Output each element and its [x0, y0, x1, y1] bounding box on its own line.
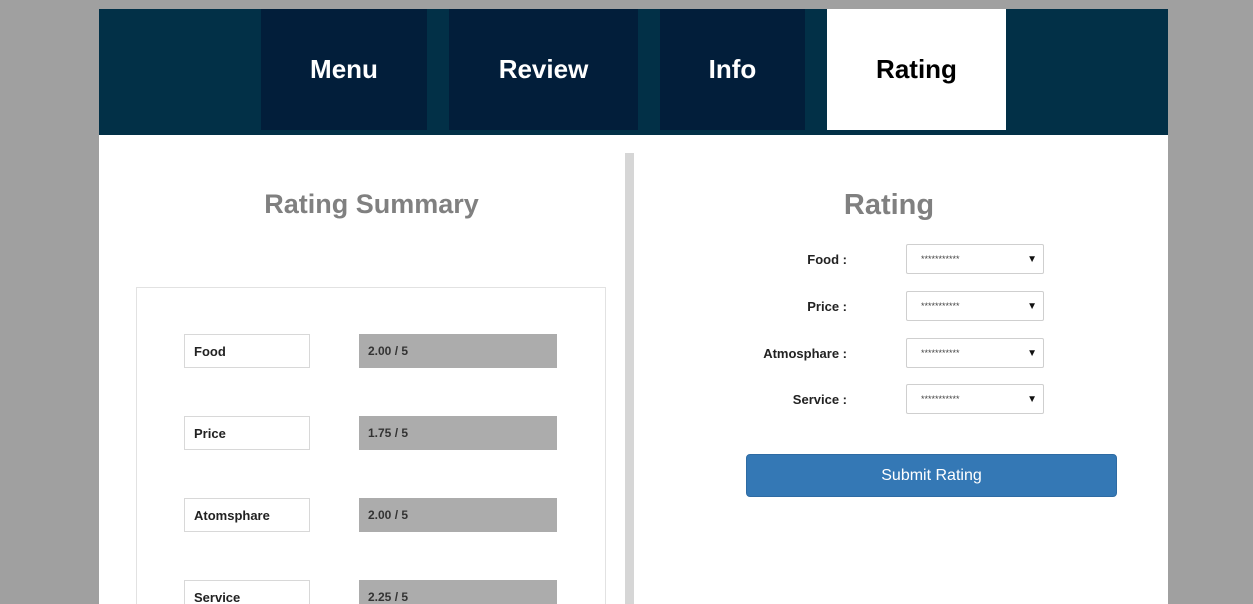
- rating-label-atmosphere: Atmosphare :: [763, 346, 847, 361]
- rating-row-price: Price : *********** ▼: [99, 291, 1168, 323]
- price-rating-value: ***********: [921, 301, 960, 311]
- submit-rating-button[interactable]: Submit Rating: [746, 454, 1117, 497]
- food-rating-select[interactable]: *********** ▼: [906, 244, 1044, 274]
- page-container: Menu Review Info Rating Rating Summary F…: [99, 9, 1168, 604]
- atmosphere-rating-value: ***********: [921, 348, 960, 358]
- tab-review[interactable]: Review: [449, 9, 638, 130]
- caret-down-icon: ▼: [1027, 347, 1037, 359]
- rating-label-service: Service :: [792, 392, 847, 407]
- navbar: Menu Review Info Rating: [99, 9, 1168, 135]
- summary-label-atmosphere: Atomsphare: [184, 498, 310, 532]
- service-rating-value: ***********: [921, 394, 960, 404]
- service-rating-select[interactable]: *********** ▼: [906, 384, 1044, 414]
- summary-value-atmosphere: 2.00 / 5: [359, 498, 557, 532]
- summary-value-service: 2.25 / 5: [359, 580, 557, 604]
- rating-row-atmosphere: Atmosphare : *********** ▼: [99, 338, 1168, 370]
- rating-summary-title: Rating Summary: [264, 189, 479, 219]
- summary-label-service: Service: [184, 580, 310, 604]
- food-rating-value: ***********: [921, 254, 960, 264]
- atmosphere-rating-select[interactable]: *********** ▼: [906, 338, 1044, 368]
- price-rating-select[interactable]: *********** ▼: [906, 291, 1044, 321]
- caret-down-icon: ▼: [1027, 393, 1037, 405]
- rating-summary-panel: Food 2.00 / 5 Price 1.75 / 5 Atomsphare …: [136, 287, 606, 604]
- rating-row-food: Food : *********** ▼: [99, 244, 1168, 276]
- tab-info[interactable]: Info: [660, 9, 805, 130]
- summary-value-price: 1.75 / 5: [359, 416, 557, 450]
- column-divider: [625, 153, 634, 604]
- summary-label-price: Price: [184, 416, 310, 450]
- tab-menu[interactable]: Menu: [261, 9, 427, 130]
- rating-form-title: Rating: [843, 189, 935, 221]
- rating-row-service: Service : *********** ▼: [99, 384, 1168, 416]
- rating-label-food: Food :: [807, 252, 847, 267]
- caret-down-icon: ▼: [1027, 253, 1037, 265]
- rating-label-price: Price :: [807, 299, 847, 314]
- tab-rating[interactable]: Rating: [827, 9, 1006, 130]
- caret-down-icon: ▼: [1027, 300, 1037, 312]
